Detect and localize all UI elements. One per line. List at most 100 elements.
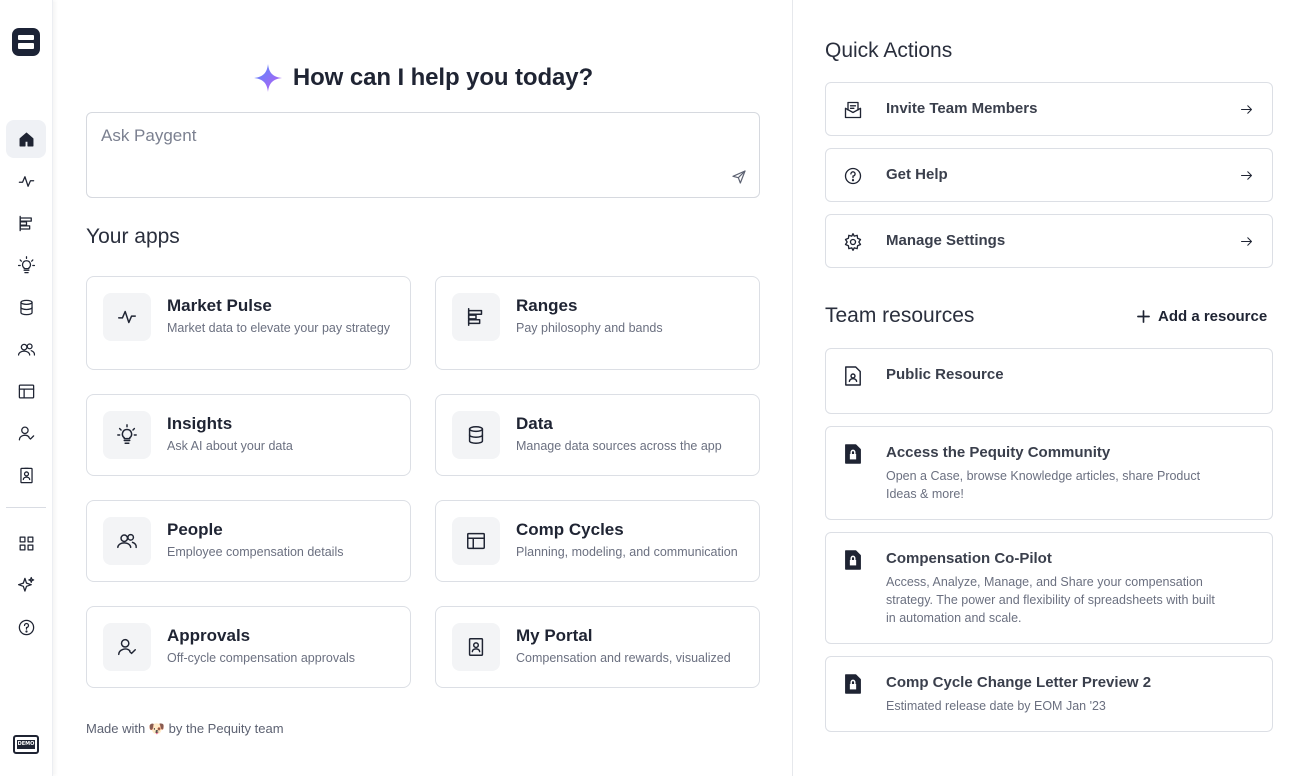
sidebar-item-people[interactable]: [6, 330, 46, 368]
resource-desc: Access, Analyze, Manage, and Share your …: [886, 575, 1215, 625]
app-desc: Compensation and rewards, visualized: [516, 651, 731, 665]
quick-action-manage-settings[interactable]: Manage Settings: [825, 214, 1273, 268]
arrow-right-icon: [1241, 237, 1252, 246]
team-resources-title: Team resources: [825, 304, 975, 327]
locked-document-icon: [845, 444, 861, 464]
resource-desc: Open a Case, browse Knowledge articles, …: [886, 469, 1201, 501]
send-icon[interactable]: [731, 169, 747, 185]
sparkle-icon: [17, 576, 34, 592]
sidebar-item-data[interactable]: [6, 288, 46, 326]
app-card-insights[interactable]: Insights Ask AI about your data: [86, 394, 411, 476]
resource-card-compensation-co-pilot[interactable]: Compensation Co-Pilot Access, Analyze, M…: [825, 532, 1273, 644]
app-card-market-pulse[interactable]: Market Pulse Market data to elevate your…: [86, 276, 411, 370]
user-check-icon: [18, 426, 34, 440]
app-desc: Manage data sources across the app: [516, 439, 722, 453]
arrow-right-icon: [1241, 171, 1252, 180]
app-desc: Off-cycle compensation approvals: [167, 651, 356, 665]
app-card-data[interactable]: Data Manage data sources across the app: [435, 394, 760, 476]
apps-section-title: Your apps: [86, 225, 180, 248]
sidebar-item-all-apps[interactable]: [6, 524, 46, 562]
ranges-icon: [19, 215, 32, 231]
footer-note: Made with 🐶 by the Pequity team: [86, 721, 284, 736]
database-icon: [19, 299, 33, 315]
grid-icon: [19, 536, 33, 550]
demo-badge-label: DEMO: [17, 740, 35, 749]
arrow-right-icon: [1241, 105, 1252, 114]
app-name: Ranges: [516, 296, 578, 315]
plus-icon: [1137, 309, 1150, 323]
layout-icon: [18, 384, 34, 398]
user-check-icon: [118, 638, 136, 656]
badge-icon: [468, 638, 484, 656]
gear-icon: [844, 233, 862, 251]
pulse-icon: [18, 175, 34, 187]
app-desc: Planning, modeling, and communication: [516, 545, 738, 559]
quick-action-label: Get Help: [886, 166, 948, 183]
sidebar-item-help[interactable]: [6, 608, 46, 646]
app-name: My Portal: [516, 626, 593, 645]
sidebar-item-my-portal[interactable]: [6, 456, 46, 494]
app-card-my-portal[interactable]: My Portal Compensation and rewards, visu…: [435, 606, 760, 688]
resource-title: Comp Cycle Change Letter Preview 2: [886, 674, 1152, 691]
home-icon: [19, 132, 33, 146]
help-icon: [844, 167, 862, 185]
app-name: People: [167, 520, 223, 539]
sidebar-item-ai[interactable]: [6, 566, 46, 604]
main-content: How can I help you today? Your apps Mark…: [54, 0, 792, 776]
resource-desc: Estimated release date by EOM Jan '23: [886, 699, 1106, 713]
quick-action-label: Invite Team Members: [886, 100, 1038, 117]
resource-title: Public Resource: [886, 366, 1004, 383]
app-card-people[interactable]: People Employee compensation details: [86, 500, 411, 582]
sparkle-icon: [253, 64, 282, 92]
people-icon: [117, 533, 137, 549]
sidebar-item-ranges[interactable]: [6, 204, 46, 242]
app-name: Approvals: [167, 626, 251, 645]
people-icon: [17, 342, 35, 356]
sidebar-item-approvals[interactable]: [6, 414, 46, 452]
resource-title: Access the Pequity Community: [886, 444, 1111, 461]
add-resource-button[interactable]: Add a resource: [1137, 305, 1267, 327]
ask-box[interactable]: [86, 112, 760, 198]
resource-card-comp-cycle-change-letter[interactable]: Comp Cycle Change Letter Preview 2 Estim…: [825, 656, 1273, 732]
app-logo[interactable]: [12, 28, 40, 56]
app-name: Market Pulse: [167, 296, 272, 315]
locked-document-icon: [845, 674, 861, 694]
quick-action-invite-team-members[interactable]: Invite Team Members: [825, 82, 1273, 136]
app-name: Comp Cycles: [516, 520, 624, 539]
app-name: Data: [516, 414, 553, 433]
database-icon: [468, 426, 484, 444]
app-name: Insights: [167, 414, 233, 433]
resource-card-pequity-community[interactable]: Access the Pequity Community Open a Case…: [825, 426, 1273, 520]
sidebar-item-insights[interactable]: [6, 246, 46, 284]
document-icon: [845, 366, 861, 386]
resource-card-public-resource[interactable]: Public Resource: [825, 348, 1273, 414]
right-panel: Quick Actions Invite Team Members Get He…: [792, 0, 1294, 776]
lightbulb-icon: [17, 255, 35, 273]
locked-document-icon: [845, 550, 861, 570]
app-card-comp-cycles[interactable]: Comp Cycles Planning, modeling, and comm…: [435, 500, 760, 582]
ranges-icon: [467, 308, 483, 326]
quick-actions-title: Quick Actions: [825, 39, 953, 62]
lightbulb-icon: [117, 424, 137, 444]
app-card-approvals[interactable]: Approvals Off-cycle compensation approva…: [86, 606, 411, 688]
quick-action-get-help[interactable]: Get Help: [825, 148, 1273, 202]
app-desc: Ask AI about your data: [167, 439, 293, 453]
resource-title: Compensation Co-Pilot: [886, 550, 1052, 567]
sidebar-item-home[interactable]: [6, 120, 46, 158]
app-desc: Pay philosophy and bands: [516, 321, 663, 335]
sidebar-item-comp-cycles[interactable]: [6, 372, 46, 410]
add-resource-label: Add a resource: [1158, 307, 1268, 325]
ask-input[interactable]: [101, 125, 701, 147]
app-desc: Market data to elevate your pay strategy: [167, 321, 391, 335]
app-desc: Employee compensation details: [167, 545, 344, 559]
sidebar-item-market-pulse[interactable]: [6, 162, 46, 200]
layout-icon: [467, 532, 485, 550]
demo-badge[interactable]: DEMO: [13, 735, 39, 754]
hero: How can I help you today?: [54, 58, 792, 98]
page-title: How can I help you today?: [292, 64, 594, 91]
badge-icon: [19, 467, 33, 483]
quick-action-label: Manage Settings: [886, 232, 1006, 249]
app-card-ranges[interactable]: Ranges Pay philosophy and bands: [435, 276, 760, 370]
pulse-icon: [118, 310, 136, 324]
help-icon: [18, 619, 34, 635]
